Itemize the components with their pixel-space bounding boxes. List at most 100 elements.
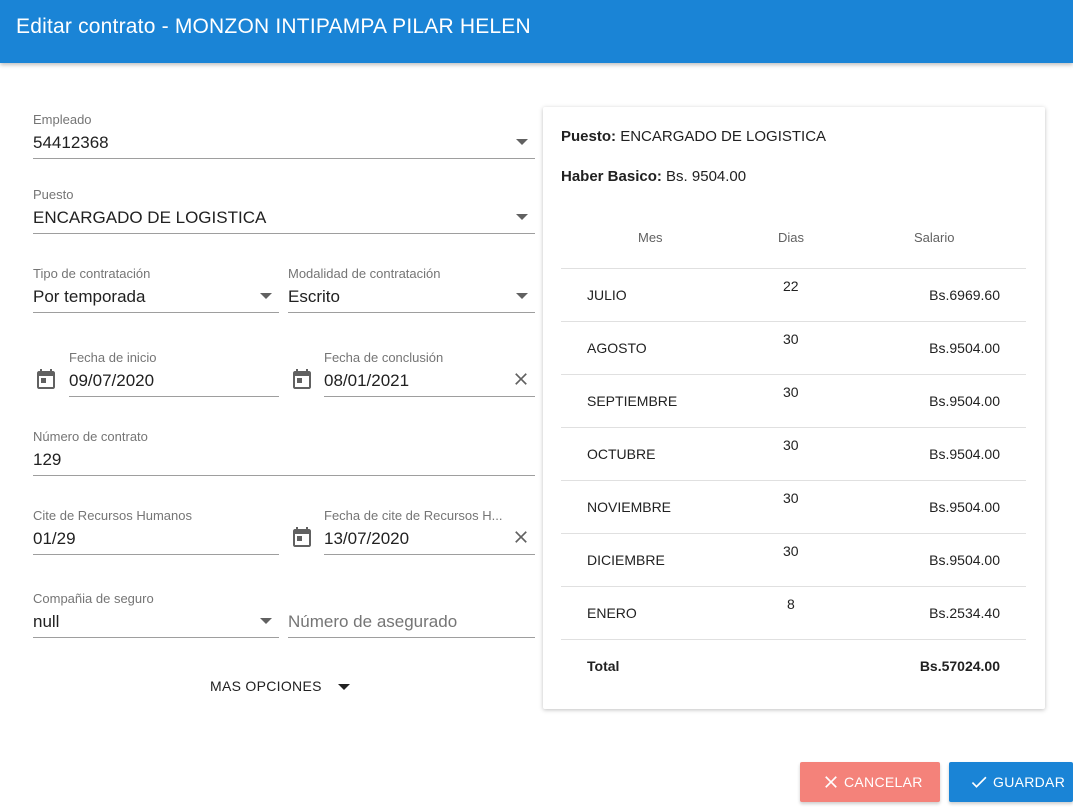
numero-asegurado-input[interactable]: Número de asegurado (288, 591, 535, 639)
summary-haber: Haber Basico: Bs. 9504.00 (561, 168, 746, 185)
row-dias: 30 (783, 490, 799, 506)
table-divider (561, 427, 1026, 428)
row-salario: Bs.9504.00 (929, 393, 1000, 409)
app-header: Editar contrato - MONZON INTIPAMPA PILAR… (0, 0, 1073, 63)
fecha-inicio-input[interactable]: Fecha de inicio 09/07/2020 (69, 350, 279, 398)
calendar-icon[interactable] (290, 525, 314, 549)
field-underline (33, 475, 535, 476)
dropdown-caret-icon[interactable] (260, 618, 272, 624)
total-label: Total (587, 658, 620, 674)
dropdown-caret-icon[interactable] (338, 684, 350, 690)
row-mes: NOVIEMBRE (587, 499, 672, 515)
compania-seguro-value: null (33, 612, 60, 631)
row-dias: 22 (783, 278, 799, 294)
numero-asegurado-placeholder: Número de asegurado (288, 612, 458, 631)
fecha-cite-label: Fecha de cite de Recursos H... (324, 508, 503, 523)
fecha-cite-input[interactable]: Fecha de cite de Recursos H... 13/07/202… (324, 508, 535, 556)
row-mes: ENERO (587, 605, 637, 621)
modalidad-label: Modalidad de contratación (288, 266, 441, 281)
save-button-label: GUARDAR (993, 774, 1066, 790)
dropdown-caret-icon[interactable] (516, 139, 528, 145)
row-dias: 30 (783, 331, 799, 347)
puesto-value: ENCARGADO DE LOGISTICA (33, 208, 267, 227)
row-mes: OCTUBRE (587, 446, 656, 462)
row-dias: 30 (783, 437, 799, 453)
table-divider (561, 374, 1026, 375)
cite-rrhh-input[interactable]: Cite de Recursos Humanos 01/29 (33, 508, 279, 556)
total-value: Bs.57024.00 (919, 658, 1000, 674)
fecha-conclusion-value: 08/01/2021 (324, 371, 410, 390)
fecha-inicio-label: Fecha de inicio (69, 350, 157, 365)
compania-seguro-label: Compañia de seguro (33, 591, 154, 606)
close-icon (825, 776, 837, 788)
table-divider (561, 533, 1026, 534)
tipo-contratacion-label: Tipo de contratación (33, 266, 151, 281)
row-salario: Bs.6969.60 (929, 287, 1000, 303)
compania-seguro-select[interactable]: Compañia de seguro null (33, 591, 279, 639)
row-dias: 30 (783, 384, 799, 400)
calendar-icon[interactable] (290, 367, 314, 391)
save-button[interactable]: GUARDAR (949, 762, 1073, 802)
summary-puesto: Puesto: ENCARGADO DE LOGISTICA (561, 128, 826, 145)
cite-rrhh-value: 01/29 (33, 529, 76, 548)
fecha-inicio-value: 09/07/2020 (69, 371, 155, 390)
row-dias: 30 (783, 543, 799, 559)
fecha-conclusion-input[interactable]: Fecha de conclusión 08/01/2021 (324, 350, 535, 398)
empleado-select[interactable]: Empleado 54412368 (33, 112, 535, 160)
cite-rrhh-label: Cite de Recursos Humanos (33, 508, 192, 523)
table-divider (561, 639, 1026, 640)
close-icon[interactable] (511, 527, 531, 547)
dropdown-caret-icon[interactable] (260, 293, 272, 299)
table-divider (561, 586, 1026, 587)
field-underline (33, 233, 535, 234)
salary-summary-card: Puesto: ENCARGADO DE LOGISTICA Haber Bas… (543, 107, 1045, 709)
calendar-icon[interactable] (34, 367, 58, 391)
puesto-select[interactable]: Puesto ENCARGADO DE LOGISTICA (33, 187, 535, 235)
row-salario: Bs.2534.40 (929, 605, 1000, 621)
summary-haber-label: Haber Basico: (561, 168, 662, 185)
field-underline (288, 637, 535, 638)
row-salario: Bs.9504.00 (929, 499, 1000, 515)
row-mes: DICIEMBRE (587, 552, 665, 568)
empleado-label: Empleado (33, 112, 92, 127)
summary-puesto-value: ENCARGADO DE LOGISTICA (620, 128, 827, 145)
field-underline (33, 637, 279, 638)
numero-contrato-label: Número de contrato (33, 429, 148, 444)
row-mes: SEPTIEMBRE (587, 393, 678, 409)
table-divider (561, 321, 1026, 322)
tipo-contratacion-select[interactable]: Tipo de contratación Por temporada (33, 266, 279, 314)
fecha-cite-value: 13/07/2020 (324, 529, 410, 548)
table-divider (561, 480, 1026, 481)
page-title: Editar contrato - MONZON INTIPAMPA PILAR… (16, 15, 531, 38)
row-mes: JULIO (587, 287, 627, 303)
dropdown-caret-icon[interactable] (516, 293, 528, 299)
empleado-value: 54412368 (33, 133, 109, 152)
numero-contrato-value: 129 (33, 450, 62, 469)
cancel-button[interactable]: CANCELAR (800, 762, 940, 802)
close-icon[interactable] (511, 369, 531, 389)
mas-opciones-button[interactable]: MAS OPCIONES (210, 678, 322, 694)
field-underline (324, 396, 535, 397)
column-header-salario: Salario (914, 230, 955, 245)
row-salario: Bs.9504.00 (929, 552, 1000, 568)
table-divider (561, 268, 1026, 269)
row-mes: AGOSTO (587, 340, 647, 356)
column-header-dias: Dias (778, 230, 805, 245)
puesto-label: Puesto (33, 187, 74, 202)
numero-contrato-input[interactable]: Número de contrato 129 (33, 429, 535, 477)
summary-puesto-label: Puesto: (561, 128, 617, 145)
row-salario: Bs.9504.00 (929, 340, 1000, 356)
modalidad-value: Escrito (288, 287, 340, 306)
column-header-mes: Mes (638, 230, 663, 245)
cancel-button-label: CANCELAR (844, 774, 923, 790)
check-icon (971, 776, 987, 788)
tipo-contratacion-value: Por temporada (33, 287, 146, 306)
dropdown-caret-icon[interactable] (516, 214, 528, 220)
fecha-conclusion-label: Fecha de conclusión (324, 350, 444, 365)
field-underline (33, 158, 535, 159)
modalidad-select[interactable]: Modalidad de contratación Escrito (288, 266, 535, 314)
row-salario: Bs.9504.00 (929, 446, 1000, 462)
row-dias: 8 (787, 596, 795, 612)
field-underline (69, 396, 279, 397)
summary-haber-value: Bs. 9504.00 (666, 168, 747, 185)
